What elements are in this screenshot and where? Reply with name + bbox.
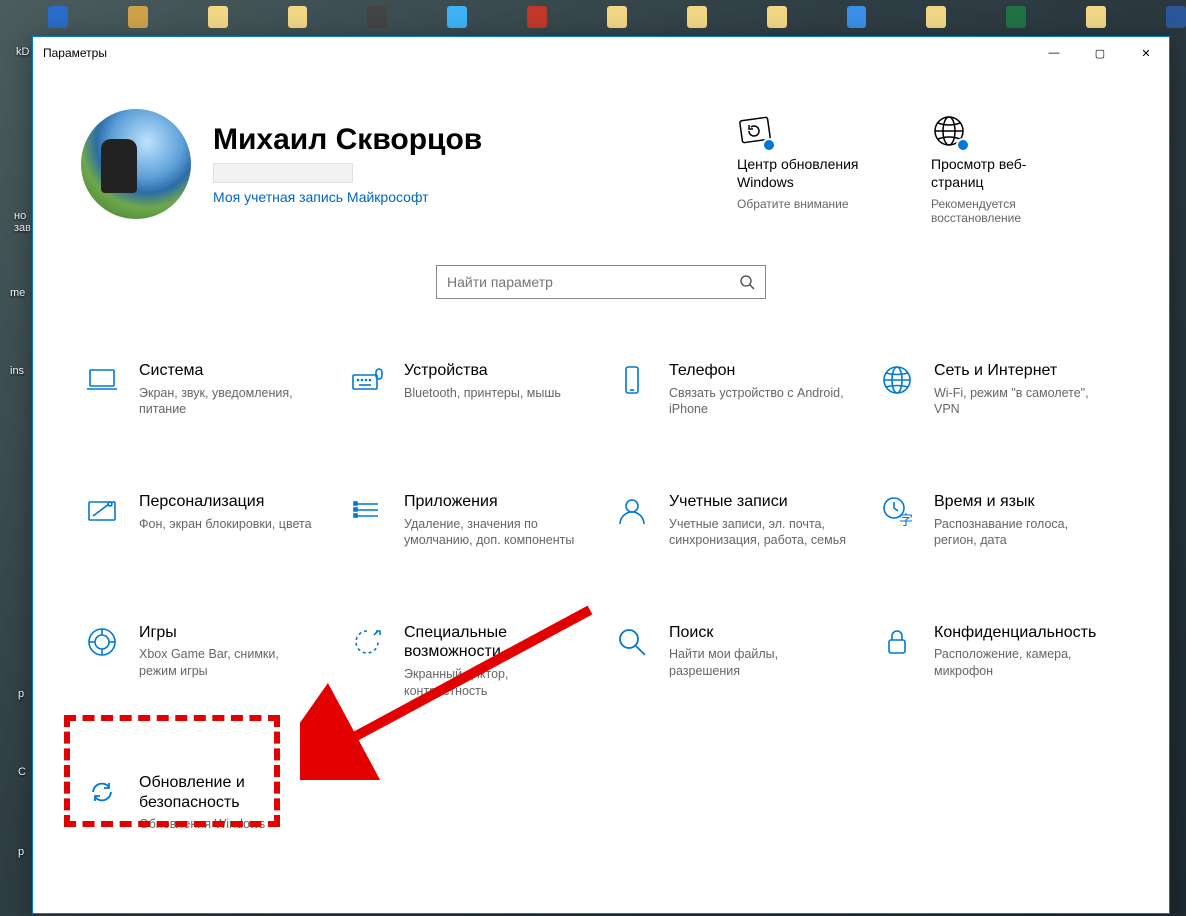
- desktop-label: p: [18, 846, 24, 858]
- globe2-icon: [878, 361, 916, 399]
- category-desc: Xbox Game Bar, снимки, режим игры: [139, 646, 319, 680]
- category-title: Учетные записи: [669, 492, 849, 511]
- category-account[interactable]: Учетные записи Учетные записи, эл. почта,…: [611, 490, 856, 551]
- category-title: Обновление и безопасность: [139, 773, 319, 811]
- profile-block: Михаил Скворцов Моя учетная запись Майкр…: [81, 109, 482, 219]
- desktop-label: С: [18, 766, 26, 778]
- status-title: Центр обновления Windows: [737, 155, 867, 191]
- category-search[interactable]: Поиск Найти мои файлы, разрешения: [611, 621, 856, 701]
- category-keyboard[interactable]: Устройства Bluetooth, принтеры, мышь: [346, 359, 591, 420]
- category-desc: Wi-Fi, режим "в самолете", VPN: [934, 385, 1114, 419]
- desktop-label: kD: [16, 46, 29, 58]
- category-privacy[interactable]: Конфиденциальность Расположение, камера, …: [876, 621, 1121, 701]
- category-desc: Удаление, значения по умолчанию, доп. ко…: [404, 516, 584, 550]
- settings-window: Параметры — ▢ ✕ Михаил Скворцов Моя учет…: [32, 36, 1170, 914]
- category-desc: Экранный диктор, контрастность: [404, 666, 584, 700]
- update-icon: [737, 113, 773, 149]
- category-title: Система: [139, 361, 319, 380]
- search-box[interactable]: [436, 265, 766, 299]
- close-button[interactable]: ✕: [1123, 37, 1169, 69]
- desktop-icons: [0, 6, 1186, 32]
- category-title: Устройства: [404, 361, 561, 380]
- desktop-label: me: [10, 287, 25, 299]
- category-phone[interactable]: Телефон Связать устройство с Android, iPh…: [611, 359, 856, 420]
- status-tile-browsing[interactable]: Просмотр веб-страниц Рекомендуется восст…: [931, 113, 1061, 225]
- category-ease[interactable]: Специальные возможности Экранный диктор, …: [346, 621, 591, 701]
- personalize-icon: [83, 492, 121, 530]
- category-desc: Фон, экран блокировки, цвета: [139, 516, 312, 533]
- ease-icon: [348, 623, 386, 661]
- category-title: Сеть и Интернет: [934, 361, 1114, 380]
- account-icon: [613, 492, 651, 530]
- category-title: Приложения: [404, 492, 584, 511]
- category-title: Игры: [139, 623, 319, 642]
- desktop-label: но зав: [14, 210, 31, 234]
- category-desc: Найти мои файлы, разрешения: [669, 646, 849, 680]
- category-title: Телефон: [669, 361, 849, 380]
- category-title: Время и язык: [934, 492, 1114, 511]
- email-placeholder: [213, 163, 353, 183]
- ms-account-link[interactable]: Моя учетная запись Майкрософт: [213, 189, 482, 205]
- keyboard-icon: [348, 361, 386, 399]
- status-title: Просмотр веб-страниц: [931, 155, 1061, 191]
- category-desc: Связать устройство с Android, iPhone: [669, 385, 849, 419]
- category-desc: Обновления Windows: [139, 816, 319, 833]
- status-sub: Обратите внимание: [737, 197, 849, 211]
- globe-icon: [931, 113, 967, 149]
- titlebar: Параметры — ▢ ✕: [33, 37, 1169, 69]
- window-title: Параметры: [43, 46, 107, 60]
- category-title: Поиск: [669, 623, 849, 642]
- category-desc: Расположение, камера, микрофон: [934, 646, 1114, 680]
- desktop-label: p: [18, 688, 24, 700]
- gaming-icon: [83, 623, 121, 661]
- status-sub: Рекомендуется восстановление: [931, 197, 1061, 225]
- category-title: Конфиденциальность: [934, 623, 1114, 642]
- category-title: Специальные возможности: [404, 623, 584, 661]
- laptop-icon: [83, 361, 121, 399]
- desktop-label: ins: [10, 365, 24, 377]
- profile-name: Михаил Скворцов: [213, 123, 482, 157]
- maximize-button[interactable]: ▢: [1077, 37, 1123, 69]
- category-update2[interactable]: Обновление и безопасность Обновления Wind…: [81, 771, 326, 834]
- update2-icon: [83, 773, 121, 811]
- category-title: Персонализация: [139, 492, 312, 511]
- category-timelang[interactable]: 字 Время и язык Распознавание голоса, регио…: [876, 490, 1121, 551]
- category-desc: Экран, звук, уведомления, питание: [139, 385, 319, 419]
- privacy-icon: [878, 623, 916, 661]
- search-icon: [613, 623, 651, 661]
- timelang-icon: 字: [878, 492, 916, 530]
- category-personalize[interactable]: Персонализация Фон, экран блокировки, цве…: [81, 490, 326, 551]
- status-tile-update[interactable]: Центр обновления Windows Обратите вниман…: [737, 113, 867, 225]
- category-desc: Распознавание голоса, регион, дата: [934, 516, 1114, 550]
- category-globe2[interactable]: Сеть и Интернет Wi-Fi, режим "в самолете"…: [876, 359, 1121, 420]
- phone-icon: [613, 361, 651, 399]
- category-desc: Bluetooth, принтеры, мышь: [404, 385, 561, 402]
- category-laptop[interactable]: Система Экран, звук, уведомления, питание: [81, 359, 326, 420]
- apps-icon: [348, 492, 386, 530]
- avatar[interactable]: [81, 109, 191, 219]
- search-input[interactable]: [447, 274, 731, 290]
- search-icon: [739, 274, 755, 290]
- category-desc: Учетные записи, эл. почта, синхронизация…: [669, 516, 849, 550]
- svg-text:字: 字: [899, 512, 913, 528]
- category-apps[interactable]: Приложения Удаление, значения по умолчани…: [346, 490, 591, 551]
- minimize-button[interactable]: —: [1031, 37, 1077, 69]
- category-gaming[interactable]: Игры Xbox Game Bar, снимки, режим игры: [81, 621, 326, 701]
